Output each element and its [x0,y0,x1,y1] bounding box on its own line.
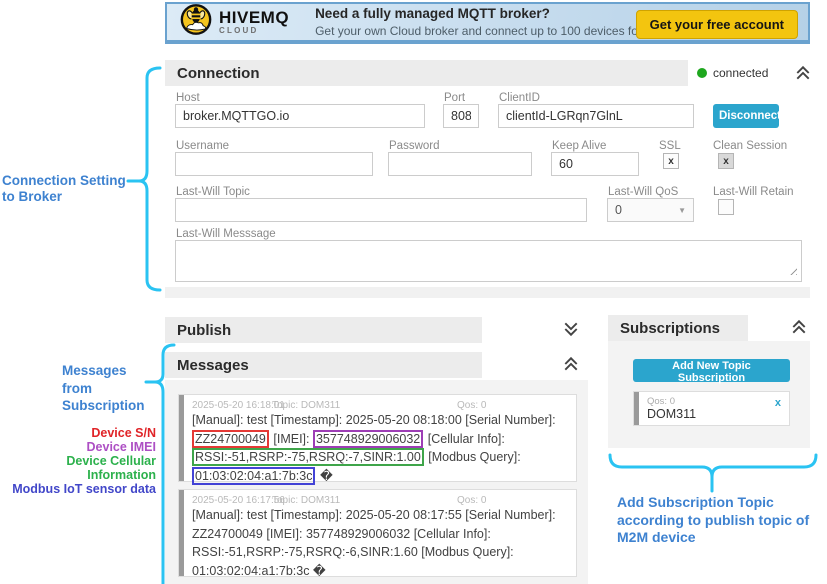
clientid-label: ClientID [499,92,540,104]
payload-line: ZZ24700049 [IMEI]: 357748929006032 [Cell… [192,430,556,449]
keepalive-label: Keep Alive [552,140,606,152]
clean-session-checkbox[interactable]: x [718,153,734,169]
message-payload: [Manual]: test [Timestamp]: 2025-05-20 0… [192,506,556,580]
message-topic: Topic: DOM311 [272,400,340,411]
imei-label: [IMEI]: [273,432,309,446]
add-subscription-button[interactable]: Add New Topic Subscription [633,359,790,382]
clean-session-label: Clean Session [713,140,787,152]
connection-footer-strip [165,287,810,298]
password-label: Password [389,140,440,152]
payload-line: RSSI:-51,RSRP:-75,RSRQ:-7,SINR:1.00 [Mod… [192,448,556,467]
port-label: Port [444,92,465,104]
payload-line: 01:03:02:04:a1:7b:3c � [192,562,556,581]
messages-annotation: Messages from Subscription [62,362,145,415]
ssl-checkbox[interactable]: x [663,153,679,169]
get-free-account-button[interactable]: Get your free account [636,10,798,39]
collapse-subscriptions-icon[interactable] [791,319,807,335]
lastwill-retain-checkbox[interactable] [718,199,734,215]
subscription-annotation: Add Subscription Topic according to publ… [617,494,809,547]
close-icon[interactable]: x [775,397,781,409]
connection-brace [118,58,168,298]
status-label: connected [713,66,768,80]
modbus-highlight: 01:03:02:04:a1:7b:3c [192,467,315,485]
lastwill-qos-select[interactable]: 0 ▼ [607,198,694,222]
messages-list: 2025-05-20 16:18:01 Topic: DOM311 Qos: 0… [165,380,588,584]
payload-line: [Manual]: test [Timestamp]: 2025-05-20 0… [192,506,556,525]
subscription-item: Qos: 0 DOM311 x [633,391,790,426]
payload-line: RSSI:-51,RSRP:-75,RSRQ:-6,SINR:1.60 [Mod… [192,543,556,562]
collapse-connection-icon[interactable] [795,65,811,81]
legend-cellular: Device Cellular Information [8,454,156,482]
host-input[interactable] [175,104,425,128]
publish-title: Publish [165,322,231,339]
message-time: 2025-05-20 16:17:56 [192,495,285,506]
username-label: Username [176,140,229,152]
lastwill-topic-input[interactable] [175,198,587,222]
disconnect-button[interactable]: Disconnect [713,104,779,128]
message-qos: Qos: 0 [457,495,486,506]
banner-headline: Need a fully managed MQTT broker? [315,7,669,21]
message-time: 2025-05-20 16:18:01 [192,400,285,411]
payload-line: [Manual]: test [Timestamp]: 2025-05-20 0… [192,411,556,430]
imei-highlight: 357748929006032 [313,430,423,448]
lastwill-message-label: Last-Will Messsage [176,228,276,240]
port-input[interactable] [443,104,479,128]
brand-subname: CLOUD [219,27,289,35]
mqtt-web-client-page: HIVEMQ CLOUD Need a fully managed MQTT b… [0,0,827,584]
dropdown-caret-icon: ▼ [678,206,686,215]
brand-name: HIVEMQ [219,9,289,26]
lastwill-topic-label: Last-Will Topic [176,186,250,198]
serial-number-highlight: ZZ24700049 [192,430,269,448]
connection-title: Connection [165,65,260,82]
expand-publish-icon[interactable] [563,321,579,337]
message-qos: Qos: 0 [457,400,486,411]
subscription-topic: DOM311 [647,407,696,421]
lastwill-qos-label: Last-Will QoS [608,186,678,198]
subscription-qos: Qos: 0 [647,396,675,407]
banner-subheadline: Get your own Cloud broker and connect up… [315,25,669,37]
payload-line: ZZ24700049 [IMEI]: 357748929006032 [Cell… [192,525,556,544]
message-card: 2025-05-20 16:17:56 Topic: DOM311 Qos: 0… [178,489,577,577]
connection-status: connected [697,66,768,80]
message-topic: Topic: DOM311 [272,495,340,506]
legend-serial: Device S/N [8,426,156,440]
username-input[interactable] [175,152,373,176]
cellular-label: [Cellular Info]: [428,432,505,446]
message-card: 2025-05-20 16:18:01 Topic: DOM311 Qos: 0… [178,394,577,482]
modbus-label: [Modbus Query]: [428,450,520,464]
legend-imei: Device IMEI [8,440,156,454]
hivemq-ad-banner[interactable]: HIVEMQ CLOUD Need a fully managed MQTT b… [165,2,810,44]
payload-legend: Device S/N Device IMEI Device Cellular I… [8,426,156,496]
lastwill-message-textarea[interactable] [175,240,802,282]
status-dot-icon [697,68,707,78]
cellular-highlight: RSSI:-51,RSRP:-75,RSRQ:-7,SINR:1.00 [192,448,424,466]
subscription-accent-bar [634,392,639,425]
payload-tail: � [320,469,333,483]
password-input[interactable] [388,152,532,176]
clientid-input[interactable] [498,104,694,128]
ssl-label: SSL [659,140,681,152]
payload-line: 01:03:02:04:a1:7b:3c � [192,467,556,486]
publish-header: Publish [165,317,482,343]
collapse-messages-icon[interactable] [563,356,579,372]
message-accent-bar [179,395,184,481]
message-payload: [Manual]: test [Timestamp]: 2025-05-20 0… [192,411,556,485]
lastwill-retain-label: Last-Will Retain [713,186,794,198]
messages-header: Messages [165,352,482,378]
legend-modbus: Modbus IoT sensor data [8,482,156,496]
subscription-brace [603,448,821,496]
subscriptions-title: Subscriptions [608,320,720,337]
connection-header: Connection [165,60,688,86]
keepalive-input[interactable] [551,152,639,176]
message-accent-bar [179,490,184,576]
subscriptions-header: Subscriptions [608,315,748,341]
hivemq-logo: HIVEMQ CLOUD [179,3,289,42]
host-label: Host [176,92,200,104]
lastwill-qos-value: 0 [615,203,622,217]
hivemq-bee-icon [179,3,213,42]
